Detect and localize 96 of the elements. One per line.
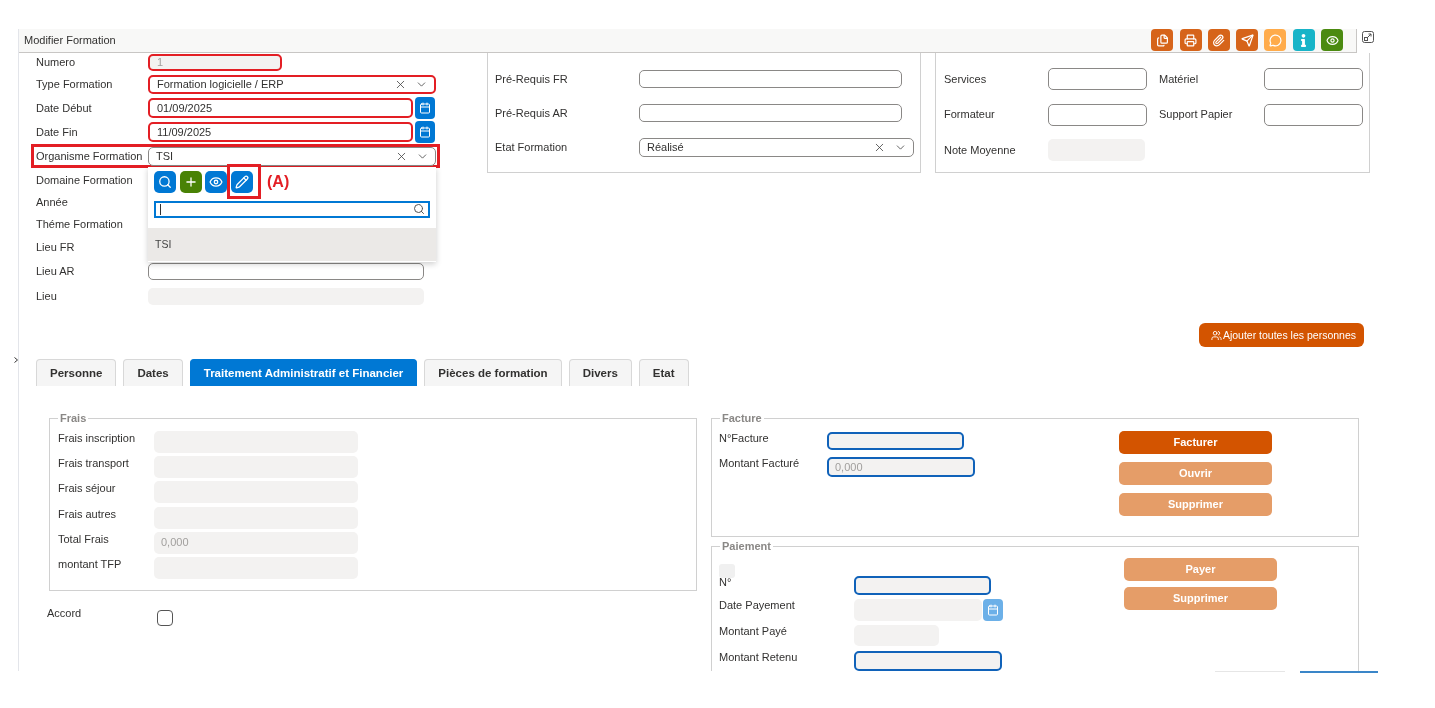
section-legend: Facture — [720, 412, 764, 425]
info-button[interactable] — [1292, 29, 1315, 51]
text-field[interactable] — [1264, 103, 1363, 126]
attach-button[interactable] — [1207, 29, 1230, 51]
tab[interactable]: Personne — [36, 359, 117, 386]
disabled-field: 0,000 — [154, 531, 358, 554]
section-legend: Paiement — [720, 540, 773, 553]
field-label: Pré-Requis AR — [495, 106, 568, 119]
text-field[interactable] — [827, 432, 964, 450]
field-label: Lieu — [36, 290, 57, 302]
calendar-button[interactable] — [983, 599, 1003, 621]
select-field[interactable]: Formation logicielle / ERP — [148, 74, 436, 94]
field-label: Numero — [36, 56, 76, 68]
field-label: Date Payement — [719, 599, 795, 611]
documents-icon — [1155, 33, 1169, 47]
field-label: Formateur — [944, 108, 995, 120]
chat-bubble-icon — [1268, 33, 1282, 47]
field-label: Pré-Requis FR — [495, 72, 568, 85]
view-button[interactable] — [205, 170, 227, 193]
field-label: N°Facture — [719, 432, 769, 444]
search-button[interactable] — [154, 170, 176, 193]
field-label: Année — [36, 196, 68, 208]
documents-button[interactable] — [1151, 29, 1174, 51]
printer-icon — [1184, 33, 1197, 47]
tab[interactable]: Dates — [123, 359, 183, 386]
edit-button[interactable] — [230, 170, 253, 193]
field-label: Lieu AR — [36, 265, 75, 277]
calendar-icon — [419, 126, 431, 138]
text-field[interactable] — [1264, 68, 1363, 90]
users-icon — [1210, 329, 1222, 341]
window-title: Modifier Formation — [23, 34, 116, 47]
checkbox[interactable] — [157, 609, 173, 626]
calendar-icon — [419, 102, 431, 114]
chevron-right-icon — [14, 357, 18, 363]
field-label: N° — [719, 576, 732, 588]
search-icon — [158, 174, 172, 189]
field-label: montant TFP — [58, 557, 122, 570]
tab[interactable]: Etat — [638, 359, 689, 386]
text-field[interactable] — [148, 263, 424, 280]
dropdown-option[interactable]: TSI — [148, 227, 436, 261]
search-field[interactable] — [154, 200, 430, 218]
action-button[interactable]: Facturer — [1119, 431, 1272, 454]
field-label: Date Fin — [36, 125, 78, 138]
text-field[interactable] — [639, 104, 902, 122]
field-label: Frais autres — [58, 507, 117, 520]
field-label: Organisme Formation — [36, 149, 143, 162]
field-label: Frais inscription — [58, 432, 136, 444]
select-field[interactable]: Réalisé — [639, 137, 914, 157]
view-button[interactable] — [1321, 29, 1343, 51]
text-cursor-icon — [160, 203, 161, 215]
select-field[interactable]: TSI — [148, 146, 436, 166]
calendar-button[interactable] — [415, 97, 435, 119]
tab[interactable]: Pièces de formation — [424, 359, 562, 386]
text-field[interactable] — [854, 576, 991, 595]
field-label: Type Formation — [36, 77, 113, 90]
field-label: Note Moyenne — [944, 143, 1016, 156]
text-field[interactable] — [639, 70, 902, 88]
tab[interactable]: Traitement Administratif et Financier — [189, 359, 418, 386]
field-label: Lieu FR — [36, 240, 75, 253]
field-label: Support Papier — [1159, 108, 1233, 120]
field-label: Frais transport — [58, 457, 129, 470]
tab[interactable]: Divers — [568, 359, 632, 386]
text-field[interactable] — [854, 651, 1002, 671]
pencil-icon — [234, 174, 249, 189]
field-label: Domaine Formation — [36, 173, 133, 186]
field-label: Matériel — [1159, 72, 1199, 85]
field-label: Date Début — [36, 101, 92, 114]
field-label: Frais séjour — [58, 482, 116, 495]
expand-icon[interactable] — [1362, 31, 1374, 43]
print-button[interactable] — [1179, 29, 1202, 51]
send-button[interactable] — [1236, 29, 1259, 51]
text-field[interactable] — [1048, 103, 1147, 126]
date-field[interactable]: 01/09/2025 — [148, 98, 413, 118]
calendar-icon — [987, 604, 999, 616]
section-legend: Frais — [58, 412, 89, 425]
field-label: Etat Formation — [495, 140, 568, 153]
paper-plane-icon — [1240, 33, 1254, 47]
date-field[interactable]: 11/09/2025 — [148, 122, 413, 142]
annotation-label: (A) — [267, 172, 290, 191]
field-label: Montant Retenu — [719, 651, 798, 663]
add-button[interactable] — [179, 170, 202, 193]
eye-icon — [209, 174, 223, 189]
plus-icon — [183, 174, 198, 189]
field-label: Services — [944, 72, 987, 85]
field-label: Montant Facturé — [719, 457, 800, 469]
add-all-button[interactable]: Ajouter toutes les personnes — [1198, 323, 1364, 347]
disabled-field: 1 — [148, 54, 282, 71]
search-icon — [413, 203, 425, 215]
field-label: Accord — [47, 606, 82, 619]
field-label: Théme Formation — [36, 217, 123, 230]
calendar-button[interactable] — [415, 121, 435, 143]
paperclip-icon — [1212, 33, 1226, 47]
eye-icon — [1325, 33, 1339, 47]
field-label: Montant Payé — [719, 625, 787, 637]
field-label: Total Frais — [58, 532, 109, 545]
text-field[interactable] — [1048, 68, 1147, 90]
